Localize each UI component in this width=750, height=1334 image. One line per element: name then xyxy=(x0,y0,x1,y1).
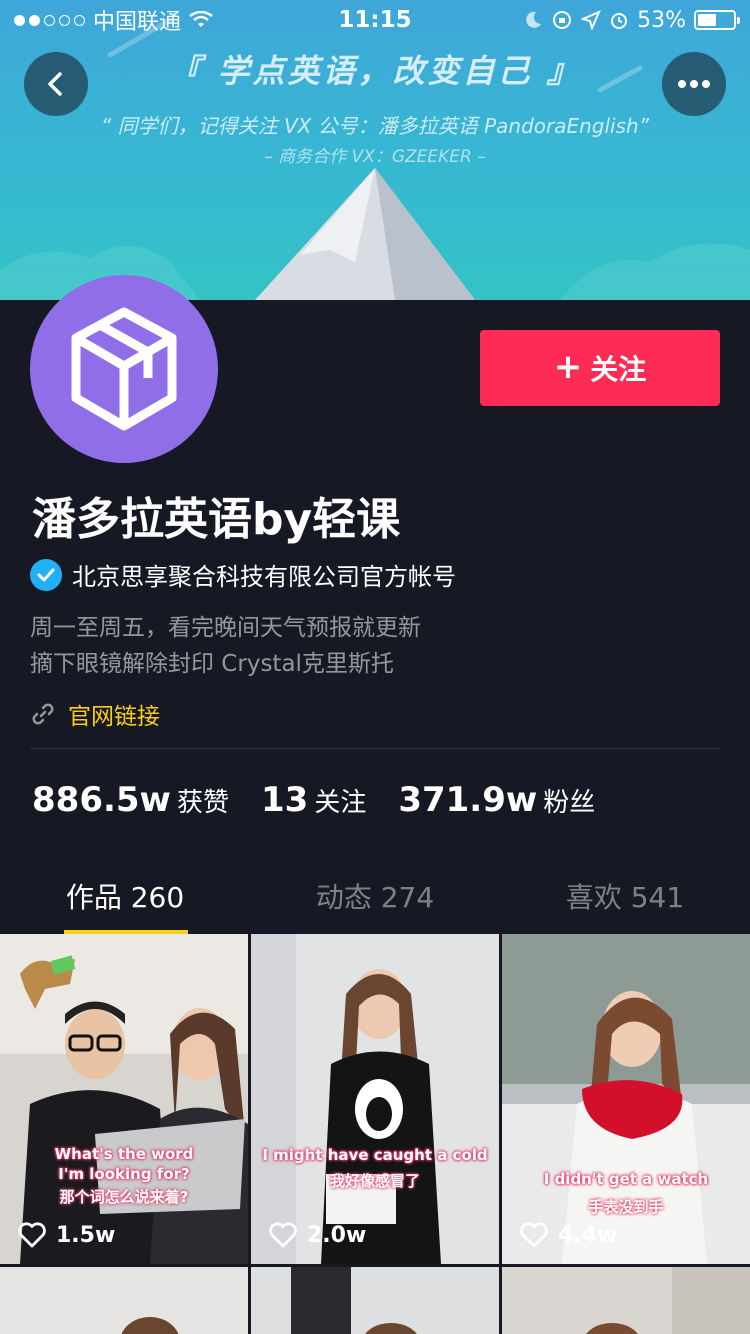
video-caption-en: What's the word I'm looking for? xyxy=(0,1144,248,1184)
stat-number: 371.9w xyxy=(398,780,538,820)
verified-account: 北京思享聚合科技有限公司官方帐号 xyxy=(30,557,456,592)
video-thumbnail[interactable]: What's the word I'm looking for? 那个词怎么说来… xyxy=(0,934,248,1264)
heart-outline-icon xyxy=(520,1222,548,1248)
tab-activity[interactable]: 动态 274 xyxy=(250,862,500,934)
video-caption-en: I didn't get a watch xyxy=(543,1170,709,1188)
stat-followers[interactable]: 371.9w 粉丝 xyxy=(398,780,595,820)
link-icon xyxy=(32,703,54,725)
profile-banner: 中国联通 11:15 53% 『 学点英语，改变自己 』 “ 同学们，记得关注 … xyxy=(0,0,750,300)
banner-business-contact: – 商务合作 VX：GZEEKER – xyxy=(264,147,486,167)
stat-label: 获赞 xyxy=(176,788,229,818)
follow-label: 关注 xyxy=(590,353,647,386)
divider xyxy=(30,748,720,749)
video-likes: 1.5w xyxy=(18,1222,115,1248)
ellipsis-icon xyxy=(678,80,710,88)
video-caption-zh: 手表没到手 xyxy=(588,1198,664,1216)
heart-outline-icon xyxy=(18,1222,46,1248)
battery-icon xyxy=(694,10,740,30)
verified-text: 北京思享聚合科技有限公司官方帐号 xyxy=(72,563,456,591)
plus-icon: + xyxy=(553,346,583,387)
like-count: 2.0w xyxy=(307,1222,367,1248)
battery-percent: 53% xyxy=(637,7,686,33)
alarm-icon xyxy=(611,13,628,29)
heart-outline-icon xyxy=(269,1222,297,1248)
bio-line: 周一至周五，看完晚间天气预报就更新 xyxy=(30,615,421,641)
video-thumbnail-image xyxy=(291,1267,417,1334)
like-count: 1.5w xyxy=(56,1222,116,1248)
follow-button[interactable]: + 关注 xyxy=(480,330,720,406)
bio-line: 摘下眼镜解除封印 Crystal克里斯托 xyxy=(30,651,394,677)
carrier-name: 中国联通 xyxy=(93,10,182,35)
profile-bio: 周一至周五，看完晚间天气预报就更新 摘下眼镜解除封印 Crystal克里斯托 xyxy=(30,610,421,682)
caption-text: What's the word I'm looking for? xyxy=(54,1145,194,1183)
website-link-label: 官网链接 xyxy=(68,704,160,730)
stat-number: 886.5w xyxy=(32,780,171,820)
stat-likes: 886.5w 获赞 xyxy=(32,780,229,820)
video-likes: 2.0w xyxy=(269,1222,366,1248)
content-tabs: 作品 260 动态 274 喜欢 541 xyxy=(0,862,750,934)
video-thumbnail[interactable]: I didn't get a watch 手表没到手 4.4w xyxy=(502,934,750,1264)
video-thumbnail-image xyxy=(586,1267,750,1334)
location-icon xyxy=(581,10,602,30)
status-bar: 中国联通 11:15 53% xyxy=(0,0,750,40)
wifi-icon xyxy=(189,11,213,27)
video-grid: What's the word I'm looking for? 那个词怎么说来… xyxy=(0,934,750,1334)
cube-icon xyxy=(71,307,177,431)
tab-liked[interactable]: 喜欢 541 xyxy=(500,862,750,934)
rotation-lock-icon xyxy=(553,11,572,29)
website-link[interactable]: 官网链接 xyxy=(32,697,160,731)
video-caption-zh: 我好像感冒了 xyxy=(329,1172,420,1190)
video-thumbnail[interactable] xyxy=(0,1267,248,1334)
video-thumbnail[interactable] xyxy=(251,1267,499,1334)
more-options-button[interactable] xyxy=(662,52,726,116)
video-thumbnail[interactable]: I might have caught a cold 我好像感冒了 2.0w xyxy=(251,934,499,1264)
video-caption-en: I might have caught a cold xyxy=(262,1146,488,1164)
like-count: 4.4w xyxy=(558,1222,618,1248)
stat-label: 关注 xyxy=(314,788,367,818)
profile-name: 潘多拉英语by轻课 xyxy=(32,494,401,545)
video-thumbnail-image xyxy=(0,934,248,1264)
banner-title: 『 学点英语，改变自己 』 xyxy=(168,52,582,90)
banner-subtitle: “ 同学们，记得关注 VX 公号：潘多拉英语 PandoraEnglish” xyxy=(100,114,650,138)
moon-icon xyxy=(526,11,542,28)
video-likes: 4.4w xyxy=(520,1222,617,1248)
tab-works[interactable]: 作品 260 xyxy=(0,862,250,934)
video-thumbnail[interactable] xyxy=(502,1267,750,1334)
stat-label: 粉丝 xyxy=(543,788,596,818)
stat-number: 13 xyxy=(260,780,309,820)
signal-strength-icon xyxy=(14,14,85,26)
check-badge-icon xyxy=(30,558,62,591)
stat-following[interactable]: 13 关注 xyxy=(261,780,366,820)
chevron-left-icon xyxy=(48,72,62,96)
avatar[interactable] xyxy=(30,275,218,463)
video-thumbnail-image xyxy=(121,1317,179,1334)
video-caption-zh: 那个词怎么说来着? xyxy=(59,1188,189,1206)
video-thumbnail-image xyxy=(251,934,499,1264)
back-button[interactable] xyxy=(24,52,88,116)
profile-stats: 886.5w 获赞 13 关注 371.9w 粉丝 xyxy=(32,780,595,820)
